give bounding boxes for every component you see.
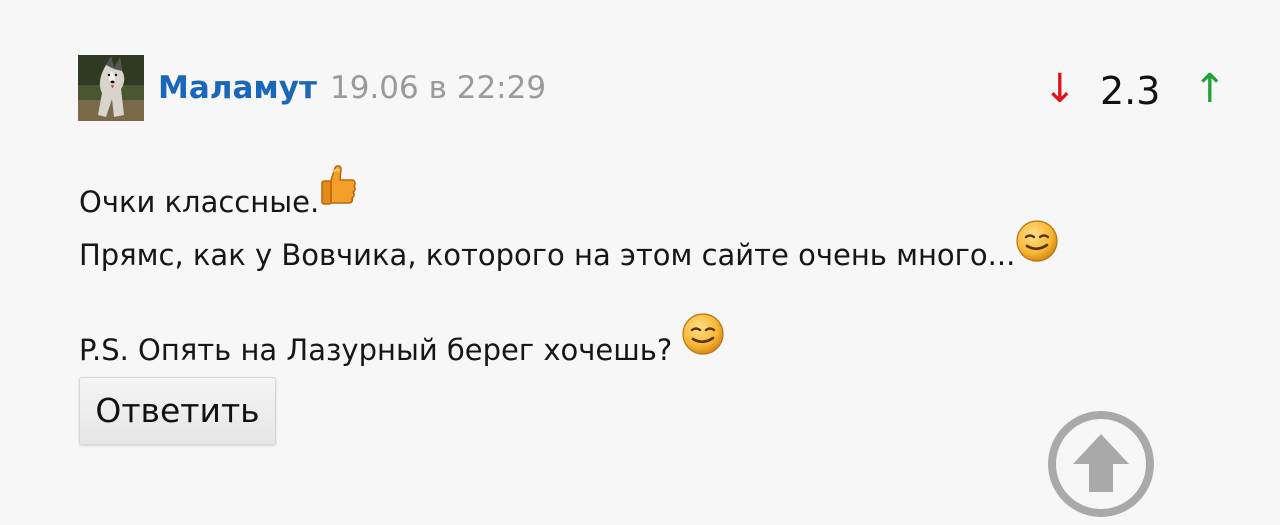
smirk-smiley-icon bbox=[681, 312, 725, 366]
author-name[interactable]: Маламут bbox=[158, 68, 317, 108]
comment-line-2: Прямс, как у Вовчика, которого на этом с… bbox=[79, 219, 1059, 275]
comment-text-2: Прямс, как у Вовчика, которого на этом с… bbox=[79, 238, 1016, 272]
vote-down-button[interactable]: ↓ bbox=[1043, 64, 1077, 114]
comment: Маламут 19.06 в 22:29 ↓ 2.3 ↑ Очки класс… bbox=[0, 0, 1280, 525]
vote-up-button[interactable]: ↑ bbox=[1193, 64, 1227, 114]
scroll-to-top-button[interactable] bbox=[1047, 410, 1155, 518]
husky-avatar-icon bbox=[78, 55, 144, 121]
avatar[interactable] bbox=[78, 55, 144, 121]
comment-text-1: Очки классные. bbox=[79, 185, 320, 219]
smirk-smiley-icon bbox=[1015, 219, 1059, 273]
comment-line-1: Очки классные. bbox=[79, 164, 357, 222]
comment-timestamp: 19.06 в 22:29 bbox=[330, 70, 547, 106]
reply-button[interactable]: Ответить bbox=[79, 377, 276, 445]
comment-rating: 2.3 bbox=[1100, 69, 1161, 113]
thumbs-up-icon bbox=[319, 164, 357, 218]
comment-line-3: P.S. Опять на Лазурный берег хочешь? bbox=[79, 312, 725, 370]
comment-text-3: P.S. Опять на Лазурный берег хочешь? bbox=[79, 333, 673, 367]
scroll-to-top-icon bbox=[1048, 411, 1154, 517]
